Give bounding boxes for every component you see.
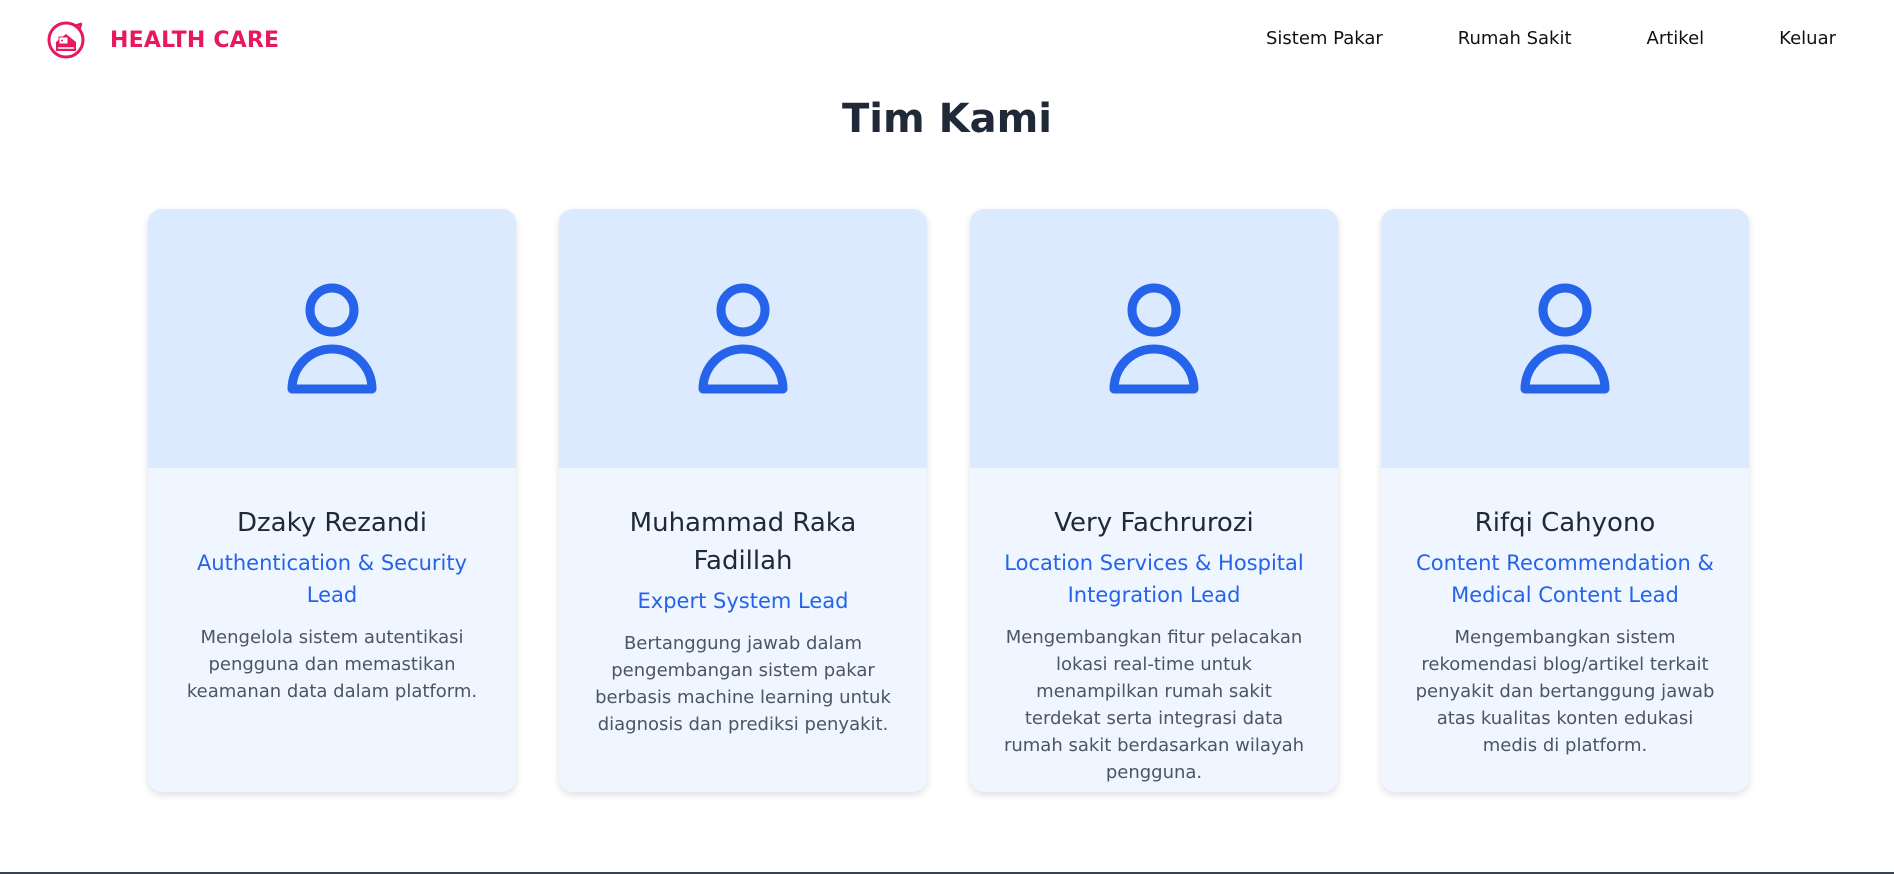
brand-name: HEALTH CARE — [110, 27, 280, 53]
card-avatar-area — [970, 209, 1338, 468]
member-description: Mengembangkan fitur pelacakan lokasi rea… — [1003, 627, 1305, 783]
card-body: Dzaky Rezandi Authentication & Security … — [148, 468, 516, 705]
member-name: Dzaky Rezandi — [236, 508, 428, 538]
team-card: Very Fachrurozi Location Services & Hosp… — [970, 209, 1338, 792]
nav-link-sistem-pakar[interactable]: Sistem Pakar — [1266, 28, 1383, 49]
member-name: Muhammad Raka Fadillah — [629, 508, 857, 576]
member-name: Rifqi Cahyono — [1474, 508, 1656, 538]
member-name: Very Fachrurozi — [1054, 508, 1254, 538]
nav-link-artikel[interactable]: Artikel — [1647, 28, 1705, 49]
brand-home-link[interactable]: HEALTH CARE — [46, 20, 279, 60]
card-body: Very Fachrurozi Location Services & Hosp… — [970, 468, 1338, 786]
team-card: Rifqi Cahyono Content Recommendation & M… — [1381, 209, 1749, 792]
user-icon — [1520, 283, 1610, 393]
card-avatar-area — [559, 209, 927, 468]
member-role: Authentication & Security Lead — [196, 551, 468, 607]
card-avatar-area — [1381, 209, 1749, 468]
nav-link-keluar[interactable]: Keluar — [1779, 28, 1836, 49]
member-role: Content Recommendation & Medical Content… — [1416, 551, 1714, 607]
page-title: Tim Kami — [842, 96, 1052, 142]
health-care-logo-icon — [47, 21, 85, 59]
card-body: Rifqi Cahyono Content Recommendation & M… — [1381, 468, 1749, 759]
team-card: Dzaky Rezandi Authentication & Security … — [148, 209, 516, 792]
navbar: HEALTH CARE Sistem Pakar Rumah Sakit Art… — [0, 0, 1894, 84]
nav-link-rumah-sakit[interactable]: Rumah Sakit — [1458, 28, 1572, 49]
main-nav: Sistem Pakar Rumah Sakit Artikel Keluar — [1266, 28, 1836, 49]
member-description: Bertanggung jawab dalam pengembangan sis… — [595, 633, 891, 735]
team-card: Muhammad Raka Fadillah Expert System Lea… — [559, 209, 927, 792]
card-avatar-area — [148, 209, 516, 468]
member-description: Mengelola sistem autentikasi pengguna da… — [186, 627, 478, 702]
member-description: Mengembangkan sistem rekomendasi blog/ar… — [1415, 627, 1715, 756]
member-role: Expert System Lead — [637, 589, 849, 613]
member-role: Location Services & Hospital Integration… — [1004, 551, 1304, 607]
card-body: Muhammad Raka Fadillah Expert System Lea… — [559, 468, 927, 738]
user-icon — [1109, 283, 1199, 393]
team-cards: Dzaky Rezandi Authentication & Security … — [148, 209, 1749, 792]
user-icon — [698, 283, 788, 393]
user-icon — [287, 283, 377, 393]
